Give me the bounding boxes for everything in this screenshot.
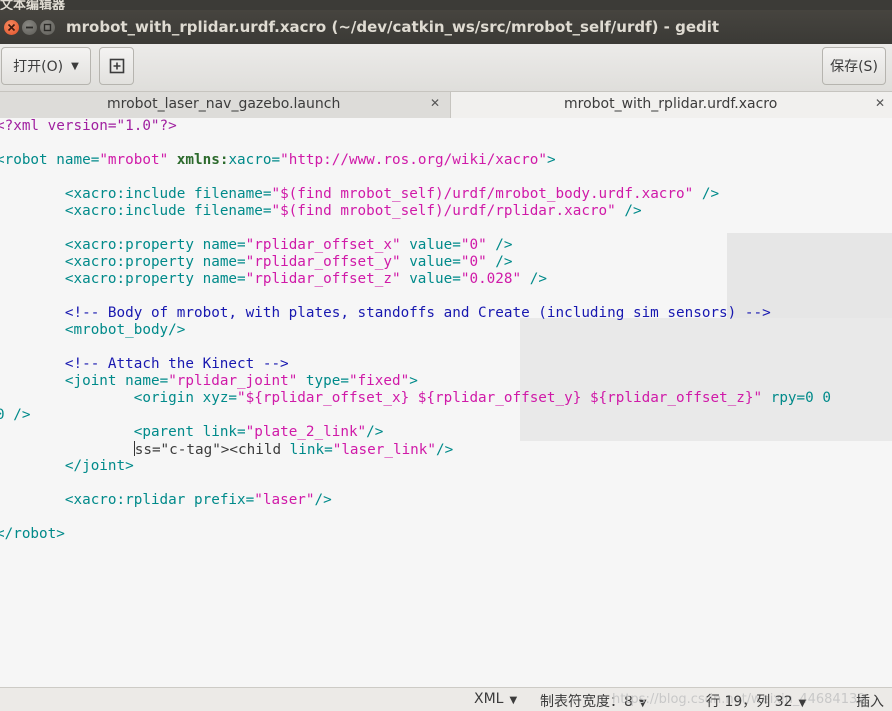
tab-xacro-file[interactable]: mrobot_with_rplidar.urdf.xacro ✕ <box>450 92 892 118</box>
code-line[interactable]: <xacro:property name="rplidar_offset_y" … <box>0 254 831 271</box>
open-button[interactable]: 打开(O) ▼ <box>1 47 91 85</box>
code-line[interactable]: ss="c-tag"><child link="laser_link"/> <box>0 441 831 458</box>
close-tab-icon[interactable]: ✕ <box>875 96 885 110</box>
code-line[interactable]: <parent link="plate_2_link"/> <box>0 424 831 441</box>
close-window-button[interactable] <box>4 20 19 35</box>
close-tab-icon[interactable]: ✕ <box>430 96 440 110</box>
insert-mode: 插入 <box>856 694 884 710</box>
open-button-label: 打开(O) <box>13 59 64 75</box>
cursor-position[interactable]: 行 19，列 32 ▼ <box>706 691 806 711</box>
title-bar: mrobot_with_rplidar.urdf.xacro (~/dev/ca… <box>0 10 892 44</box>
code-line[interactable]: <!-- Body of mrobot, with plates, stando… <box>0 305 831 322</box>
app-label-strip: 文本编辑器 <box>0 0 892 10</box>
code-line[interactable]: <mrobot_body/> <box>0 322 831 339</box>
code-line[interactable]: ​ <box>0 135 831 152</box>
code-line[interactable]: <xacro:property name="rplidar_offset_x" … <box>0 237 831 254</box>
code-line[interactable]: <joint name="rplidar_joint" type="fixed"… <box>0 373 831 390</box>
code-line[interactable]: ​ <box>0 475 831 492</box>
code-line[interactable]: <robot name="mrobot" xmlns:xacro="http:/… <box>0 152 831 169</box>
tab-launch-file[interactable]: mrobot_laser_nav_gazebo.launch ✕ <box>0 92 450 118</box>
status-bar: XML ▼ 制表符宽度：8 ▼ https://blog.csdn.net/weix… <box>0 687 892 711</box>
code-line[interactable]: ​ <box>0 288 831 305</box>
new-tab-icon <box>109 58 124 74</box>
chevron-down-icon: ▼ <box>509 695 518 706</box>
code-line[interactable]: </robot> <box>0 526 831 543</box>
cursor-position-label: 行 19，列 32 <box>706 694 793 710</box>
app-label: 文本编辑器 <box>0 0 66 10</box>
code-line[interactable]: <?xml version="1.0"?> <box>0 118 831 135</box>
code-line[interactable]: ​ <box>0 220 831 237</box>
code-area[interactable]: <?xml version="1.0"?>​<robot name="mrobo… <box>0 118 831 543</box>
tab-bar: mrobot_laser_nav_gazebo.launch ✕ mrobot_… <box>0 92 892 119</box>
code-line[interactable]: </joint> <box>0 458 831 475</box>
code-line[interactable]: <xacro:include filename="$(find mrobot_s… <box>0 203 831 220</box>
code-line[interactable]: ​ <box>0 509 831 526</box>
text-editor[interactable]: <?xml version="1.0"?>​<robot name="mrobo… <box>0 118 892 687</box>
chevron-down-icon: ▼ <box>798 698 807 709</box>
toolbar: 打开(O) ▼ 保存(S) <box>0 44 892 92</box>
code-line[interactable]: 0 /> <box>0 407 831 424</box>
minimize-window-button[interactable] <box>22 20 37 35</box>
language-selector[interactable]: XML ▼ <box>474 691 517 707</box>
minimize-icon <box>26 26 33 29</box>
chevron-down-icon: ▼ <box>71 60 79 72</box>
language-label: XML <box>474 691 504 707</box>
code-line[interactable]: <xacro:property name="rplidar_offset_z" … <box>0 271 831 288</box>
save-button[interactable]: 保存(S) <box>822 47 886 85</box>
code-line[interactable]: ​ <box>0 169 831 186</box>
maximize-icon <box>43 23 52 32</box>
tab-label: mrobot_with_rplidar.urdf.xacro <box>564 96 778 112</box>
code-line[interactable]: <xacro:rplidar prefix="laser"/> <box>0 492 831 509</box>
code-line[interactable]: <origin xyz="${rplidar_offset_x} ${rplid… <box>0 390 831 407</box>
code-line[interactable]: <xacro:include filename="$(find mrobot_s… <box>0 186 831 203</box>
code-line[interactable]: ​ <box>0 339 831 356</box>
code-line[interactable]: <!-- Attach the Kinect --> <box>0 356 831 373</box>
maximize-window-button[interactable] <box>40 20 55 35</box>
close-icon <box>7 23 16 32</box>
text-cursor <box>133 441 135 456</box>
new-tab-button[interactable] <box>99 47 134 85</box>
window-title: mrobot_with_rplidar.urdf.xacro (~/dev/ca… <box>66 18 720 36</box>
tab-label: mrobot_laser_nav_gazebo.launch <box>107 96 341 112</box>
